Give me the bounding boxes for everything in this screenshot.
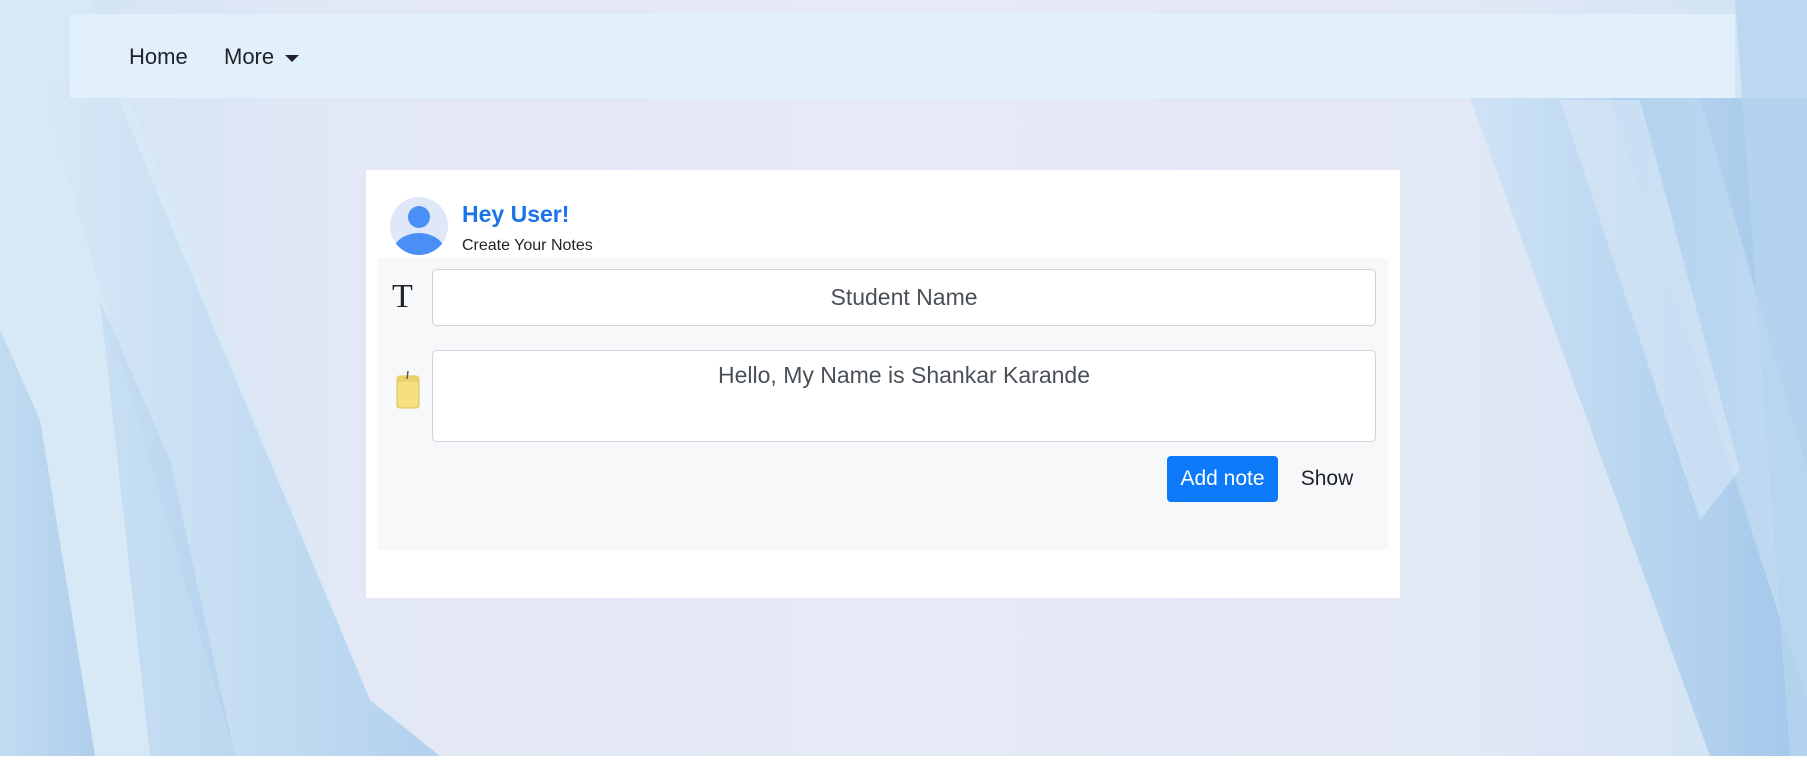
nav-more-dropdown[interactable]: More <box>224 44 300 70</box>
nav-home-link[interactable]: Home <box>129 44 188 70</box>
navbar: Home More <box>70 14 1735 98</box>
sticky-note-icon <box>395 370 421 415</box>
text-t-icon: T <box>392 278 413 315</box>
note-title-input[interactable] <box>432 269 1376 326</box>
subtitle-text: Create Your Notes <box>462 237 593 254</box>
show-button[interactable]: Show <box>1292 456 1362 502</box>
notes-card: Hey User! Create Your Notes T Hello, My … <box>366 170 1400 598</box>
user-avatar-icon <box>390 197 448 255</box>
note-body-textarea[interactable]: Hello, My Name is Shankar Karande <box>432 350 1376 442</box>
add-note-button[interactable]: Add note <box>1167 456 1278 502</box>
greeting-heading: Hey User! <box>462 201 570 227</box>
note-form: T Hello, My Name is Shankar Karande Add … <box>378 258 1388 550</box>
nav-more-label: More <box>224 44 275 69</box>
caret-down-icon <box>285 54 300 62</box>
